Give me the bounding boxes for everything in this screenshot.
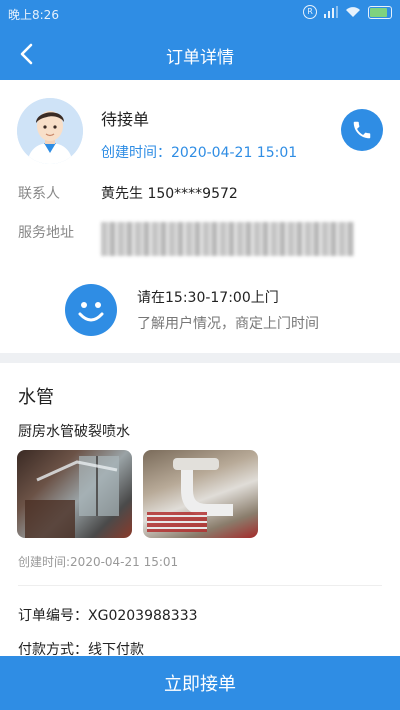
contact-value: 黄先生 150****9572 <box>101 186 238 202</box>
contact-label: 联系人 <box>18 186 60 202</box>
service-category: 水管 <box>18 387 54 408</box>
page-title: 订单详情 <box>166 48 234 68</box>
customer-avatar <box>17 98 83 164</box>
problem-photo-2[interactable] <box>143 450 258 538</box>
status-icons: R <box>303 5 392 19</box>
divider-line <box>18 585 382 586</box>
wifi-icon <box>346 7 360 17</box>
battery-icon <box>368 5 392 19</box>
problem-photo-1[interactable] <box>17 450 132 538</box>
call-button[interactable] <box>341 109 383 151</box>
problem-description: 厨房水管破裂喷水 <box>18 424 130 440</box>
signal-icon <box>324 6 338 18</box>
visit-hint: 了解用户情况，商定上门时间 <box>137 316 319 332</box>
status-bar: 晚上8:26 R <box>0 0 400 28</box>
order-created-time: 创建时间：2020-04-21 15:01 <box>101 145 298 161</box>
order-status: 待接单 <box>101 110 150 129</box>
smile-icon <box>65 284 117 336</box>
accept-order-button[interactable]: 立即接单 <box>0 656 400 710</box>
visit-time: 请在15:30-17:00上门 <box>137 290 279 306</box>
status-time: 晚上8:26 <box>8 8 59 22</box>
phone-icon <box>353 121 371 139</box>
section-divider <box>0 353 400 363</box>
order-number: 订单编号：XG0203988333 <box>18 608 198 624</box>
address-label: 服务地址 <box>18 225 74 241</box>
r-icon: R <box>303 5 317 19</box>
nav-bar: 订单详情 <box>0 28 400 80</box>
address-value-blurred <box>101 222 354 256</box>
photo-created-time: 创建时间:2020-04-21 15:01 <box>18 555 179 569</box>
avatar-illustration <box>17 98 83 164</box>
